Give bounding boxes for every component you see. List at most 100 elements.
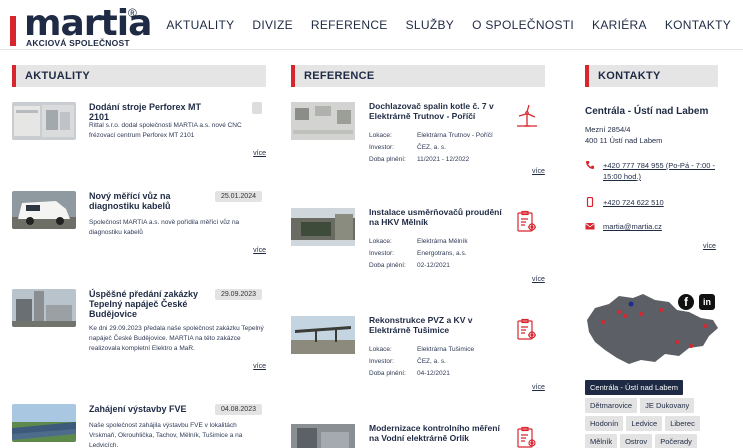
investor-label: Investor: — [369, 144, 394, 151]
doba-value: 04-12/2021 — [417, 370, 450, 377]
investor-value: ČEZ, a. s. — [417, 358, 446, 365]
mobile-phone-icon — [585, 196, 595, 208]
nav-o-spolecnosti[interactable]: O SPOLEČNOSTI — [472, 18, 574, 32]
contact-email: martia@martia.cz — [585, 221, 662, 232]
office-tag-hodonin[interactable]: Hodonín — [585, 416, 624, 431]
mail-icon — [585, 221, 595, 231]
news-date-badge: 29.09.2023 — [214, 289, 262, 300]
nav-divize[interactable]: DIVIZE — [252, 18, 292, 32]
map-marker[interactable] — [623, 314, 627, 318]
reference-thumbnail[interactable] — [291, 316, 355, 354]
map-marker[interactable] — [703, 324, 707, 328]
nav-sluzby[interactable]: SLUŽBY — [406, 18, 454, 32]
doba-label: Doba plnění: — [369, 156, 406, 163]
reference-title[interactable]: Instalace usměrňovačů proudění na HKV Mě… — [369, 207, 511, 227]
lokace-label: Lokace: — [369, 238, 392, 245]
office-tag-ostrov[interactable]: Ostrov — [620, 434, 653, 448]
lokace-value: Elektrárna Tušimice — [417, 346, 475, 353]
reference-thumbnail[interactable] — [291, 102, 355, 140]
news-thumbnail[interactable] — [12, 191, 76, 229]
reference-title[interactable]: Modernizace kontrolního měření na Vodní … — [369, 423, 511, 443]
reference-details: Lokace: Elektrárna Mělník Investor: Energo… — [369, 236, 539, 272]
investor-label: Investor: — [369, 358, 394, 365]
news-title[interactable]: Úspěšné předání zakázky Tepelný napáječ … — [89, 289, 219, 319]
reference-title[interactable]: Rekonstrukce PVZ a KV v Elektrárně Tušim… — [369, 315, 511, 335]
contact-phone-2: +420 724 622 510 — [585, 196, 664, 208]
logo-registered-mark: ® — [128, 6, 137, 20]
phone-link-2[interactable]: +420 724 622 510 — [603, 197, 664, 208]
linkedin-icon[interactable]: in — [699, 294, 715, 310]
phone-icon — [585, 160, 595, 170]
logo-accent-bar — [10, 16, 16, 46]
news-thumbnail[interactable] — [12, 102, 76, 140]
contact-office-title: Centrála - Ústí nad Labem — [585, 106, 709, 117]
news-thumbnail[interactable] — [12, 289, 76, 327]
nav-reference[interactable]: REFERENCE — [311, 18, 388, 32]
news-thumbnail[interactable] — [12, 404, 76, 442]
office-tag-dukovany[interactable]: JE Dukovany — [640, 398, 695, 413]
news-more-link[interactable]: více — [253, 363, 266, 370]
lokace-label: Lokace: — [369, 346, 392, 353]
refs-section-heading: REFERENCE — [291, 65, 545, 87]
reference-title[interactable]: Dochlazovač spalin kotle č. 7 v Elektrár… — [369, 101, 511, 121]
news-title[interactable]: Nový měřící vůz na diagnostiku kabelů — [89, 191, 219, 211]
news-date-badge: 04.08.2023 — [214, 404, 262, 415]
address-city: 400 11 Ústí nad Labem — [585, 136, 663, 145]
reference-more-link[interactable]: více — [532, 384, 545, 391]
map-marker[interactable] — [639, 312, 643, 316]
map-marker[interactable] — [617, 310, 621, 314]
news-date-badge: 25.01.2024 — [214, 191, 262, 202]
news-text: Ke dni 29.09.2023 předala naše společnos… — [89, 325, 264, 352]
map-marker[interactable] — [675, 340, 679, 344]
news-item[interactable]: Nový měřící vůz na diagnostiku kabelů 25… — [12, 191, 266, 259]
office-tag-ledvice[interactable]: Ledvice — [626, 416, 663, 431]
contacts-section-heading: KONTAKTY — [585, 65, 718, 87]
investor-value: ČEZ, a. s. — [417, 144, 446, 151]
reference-more-link[interactable]: více — [532, 168, 545, 175]
news-more-link[interactable]: více — [253, 150, 266, 157]
news-item[interactable]: Úspěšné předání zakázky Tepelný napáječ … — [12, 289, 266, 373]
contacts-more-link[interactable]: více — [703, 243, 716, 250]
office-tag-pocerady[interactable]: Počerady — [655, 434, 697, 448]
office-tag-liberec[interactable]: Liberec — [665, 416, 700, 431]
reference-more-link[interactable]: více — [532, 276, 545, 283]
news-title[interactable]: Dodání stroje Perforex MT 2101 — [89, 102, 219, 122]
reference-item[interactable]: Instalace usměrňovačů proudění na HKV Mě… — [291, 207, 547, 286]
facebook-icon[interactable]: f — [678, 294, 694, 310]
reference-item[interactable]: Modernizace kontrolního měření na Vodní … — [291, 423, 547, 448]
office-tag-centrala[interactable]: Centrála - Ústí nad Labem — [585, 380, 683, 395]
map-marker[interactable] — [628, 301, 634, 307]
reference-thumbnail[interactable] — [291, 208, 355, 246]
clipboard-gear-icon — [515, 318, 539, 342]
doba-label: Doba plnění: — [369, 262, 406, 269]
news-text: Společnost MARTIA a.s. nově pořídila měř… — [89, 219, 240, 236]
nav-aktuality[interactable]: AKTUALITY — [166, 18, 234, 32]
news-section-heading: AKTUALITY — [12, 65, 266, 87]
office-tags: Centrála - Ústí nad Labem Dětmarovice JE… — [585, 380, 725, 448]
doba-value: 11/2021 - 12/2022 — [417, 156, 470, 163]
news-more-link[interactable]: více — [253, 247, 266, 254]
map-marker[interactable] — [601, 320, 605, 324]
lokace-value: Elektrárna Mělník — [417, 238, 468, 245]
reference-details: Lokace: Elektrárna Trutnov - Poříčí Inves… — [369, 130, 539, 166]
lokace-label: Lokace: — [369, 132, 392, 139]
nav-kariera[interactable]: KARIÉRA — [592, 18, 647, 32]
logo[interactable]: martia ® AKCIOVÁ SPOLEČNOST — [10, 6, 152, 48]
office-tag-melnik[interactable]: Mělník — [585, 434, 618, 448]
reference-details: Lokace: Elektrárna Tušimice Investor: ČEZ,… — [369, 344, 539, 380]
map-marker[interactable] — [659, 308, 663, 312]
email-link[interactable]: martia@martia.cz — [603, 221, 662, 232]
reference-thumbnail[interactable] — [291, 424, 355, 448]
news-title[interactable]: Zahájení výstavby FVE — [89, 404, 219, 414]
news-item[interactable]: Zahájení výstavby FVE 04.08.2023 Naše sp… — [12, 404, 266, 448]
news-item[interactable]: Dodání stroje Perforex MT 2101 Rittal s.… — [12, 102, 266, 162]
map-marker[interactable] — [689, 344, 693, 348]
news-date-badge — [252, 102, 262, 114]
reference-item[interactable]: Dochlazovač spalin kotle č. 7 v Elektrár… — [291, 101, 547, 180]
news-text: Naše společnost zahájila výstavbu FVE v … — [89, 422, 243, 448]
reference-item[interactable]: Rekonstrukce PVZ a KV v Elektrárně Tušim… — [291, 315, 547, 394]
phone-link-1[interactable]: +420 777 784 955 (Po-Pá - 7:00 - 15:00 h… — [603, 160, 725, 182]
main-nav: AKTUALITY DIVIZE REFERENCE SLUŽBY O SPOL… — [166, 18, 731, 32]
office-tag-detmarovice[interactable]: Dětmarovice — [585, 398, 638, 413]
nav-kontakty[interactable]: KONTAKTY — [665, 18, 731, 32]
